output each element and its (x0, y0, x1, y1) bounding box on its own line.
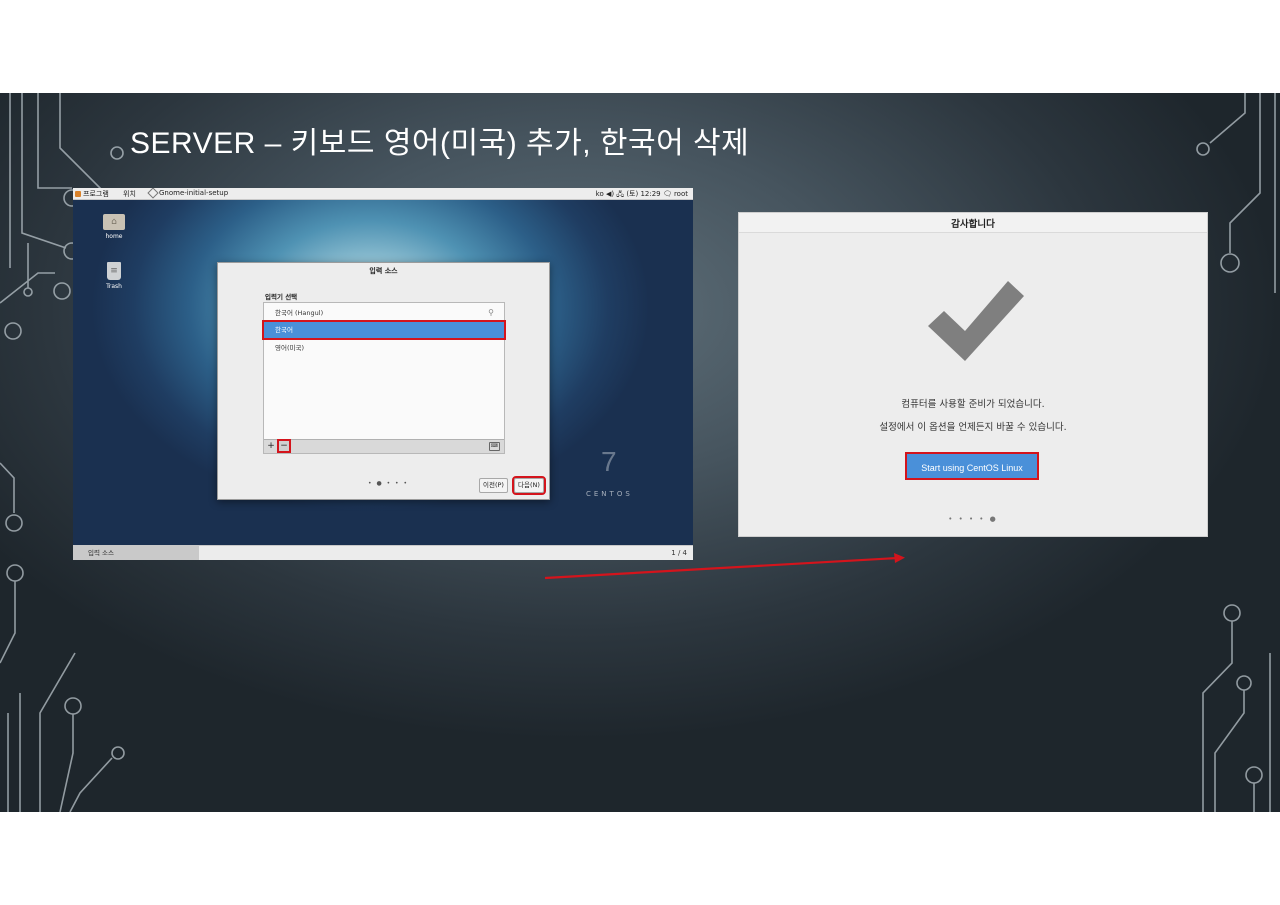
annotation-arrow (544, 553, 905, 580)
